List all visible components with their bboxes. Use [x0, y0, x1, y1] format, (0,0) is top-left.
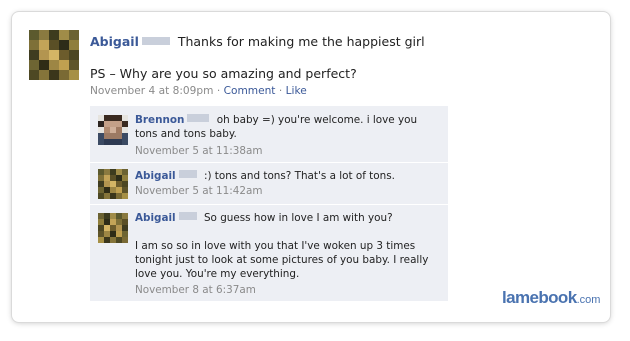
comment-text: Abigail So guess how in love I am with y… — [135, 211, 440, 225]
comment-timestamp[interactable]: November 5 at 11:42am — [135, 185, 262, 197]
redacted-surname — [141, 37, 170, 45]
redacted-surname — [187, 114, 210, 122]
comment-body: tonight just to look at some pictures of… — [135, 254, 429, 266]
post-meta: November 4 at 8:09pm · Comment · Like — [90, 85, 307, 97]
comment-text: I am so so in love with you that I've wo… — [135, 239, 440, 281]
comment-text: Brennon oh baby =) you're welcome. i lov… — [135, 113, 440, 141]
comment-body: oh baby =) you're welcome. i love you — [216, 114, 418, 126]
watermark-suffix: .com — [576, 294, 601, 306]
comment-body: love you. You're my everything. — [135, 268, 300, 280]
comment-timestamp[interactable]: November 5 at 11:38am — [135, 145, 262, 157]
comment-item: Abigail So guess how in love I am with y… — [90, 205, 448, 301]
comment-timestamp[interactable]: November 8 at 6:37am — [135, 284, 256, 296]
post-ps: PS – Why are you so amazing and perfect? — [90, 66, 357, 81]
redacted-surname — [178, 212, 197, 220]
comment-item: Brennon oh baby =) you're welcome. i lov… — [90, 106, 448, 162]
meta-separator: · — [278, 85, 283, 97]
meta-separator: · — [216, 85, 221, 97]
comment-author-link[interactable]: Brennon — [135, 114, 184, 126]
comment-body: So guess how in love I am with you? — [203, 212, 393, 224]
post-message: Thanks for making me the happiest girl — [177, 34, 425, 49]
watermark-brand: lamebook — [502, 288, 577, 307]
post-timestamp[interactable]: November 4 at 8:09pm — [90, 85, 213, 97]
avatar[interactable] — [29, 30, 79, 80]
post-header: Abigail Thanks for making me the happies… — [90, 34, 425, 49]
comment-item: Abigail :) tons and tons? That's a lot o… — [90, 163, 448, 204]
comment-body: tons and tons baby. — [135, 128, 237, 140]
avatar[interactable] — [98, 115, 128, 145]
lamebook-watermark: lamebook.com — [502, 288, 600, 308]
avatar[interactable] — [98, 213, 128, 243]
comment-author-link[interactable]: Abigail — [135, 212, 176, 224]
redacted-surname — [178, 170, 197, 178]
comment-body: :) tons and tons? That's a lot of tons. — [203, 170, 395, 182]
comment-text: Abigail :) tons and tons? That's a lot o… — [135, 169, 440, 183]
post-author-link[interactable]: Abigail — [90, 34, 139, 49]
post-ps-line: PS – Why are you so amazing and perfect? — [90, 66, 357, 81]
avatar[interactable] — [98, 169, 128, 199]
comment-author-link[interactable]: Abigail — [135, 170, 176, 182]
comment-link[interactable]: Comment — [224, 85, 276, 97]
like-link[interactable]: Like — [286, 85, 307, 97]
comment-body: I am so so in love with you that I've wo… — [135, 240, 416, 252]
